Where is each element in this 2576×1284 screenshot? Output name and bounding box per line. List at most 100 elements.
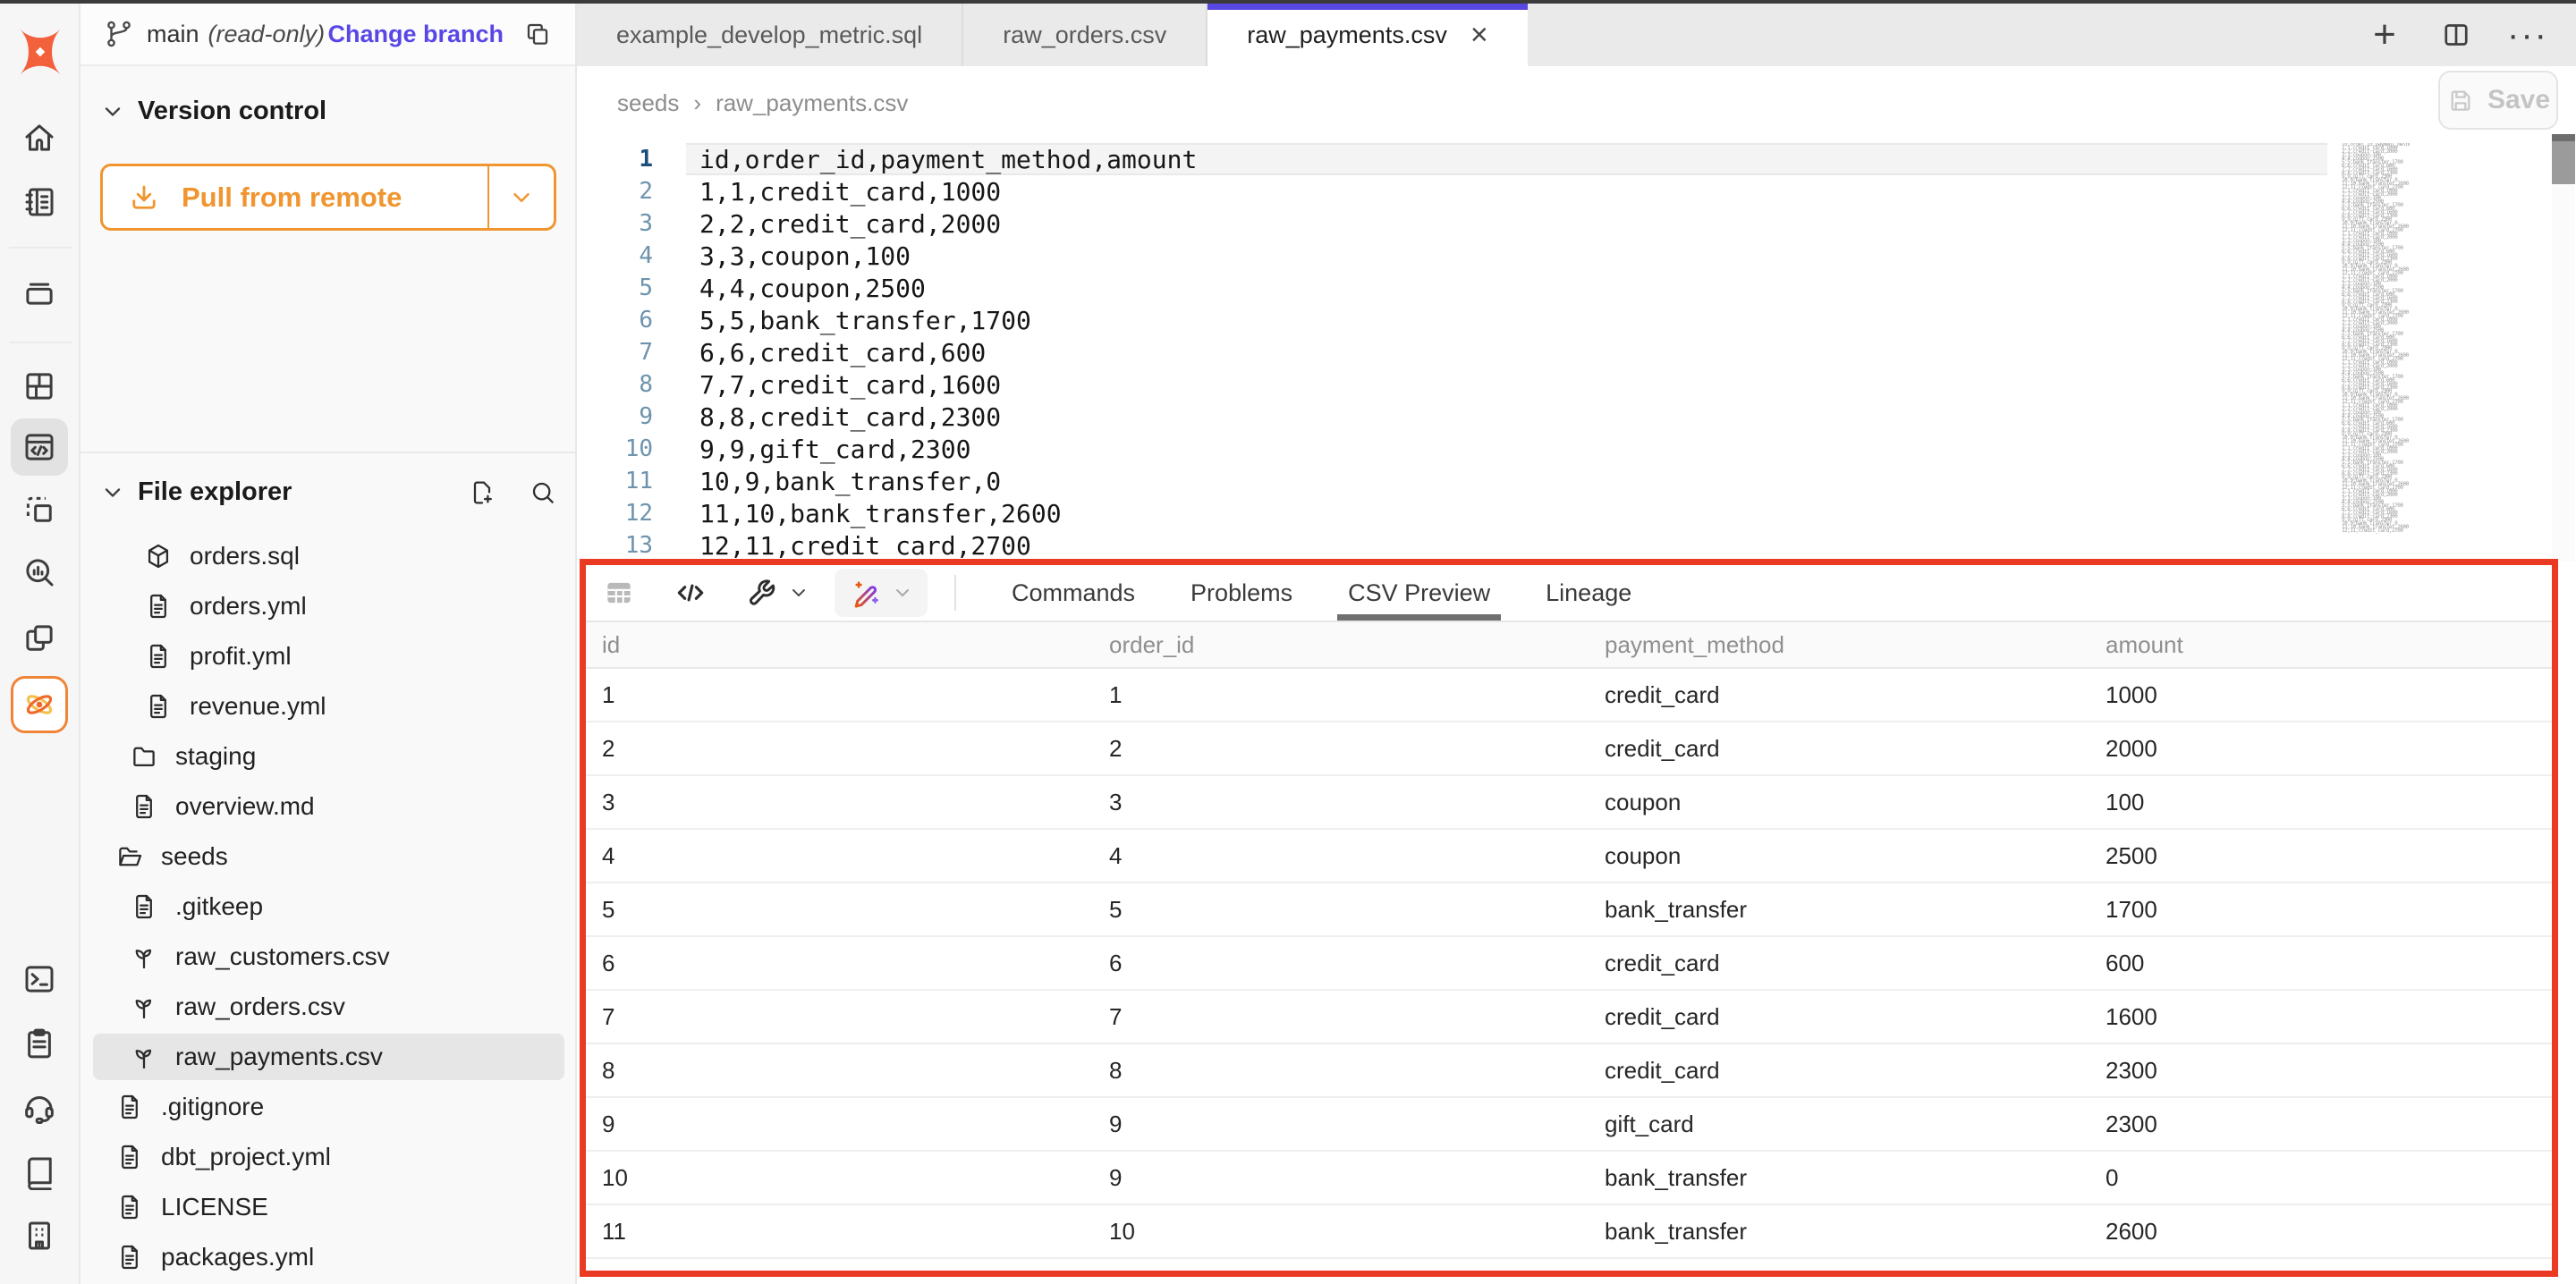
line-number: 8 — [577, 371, 653, 398]
cell: 2500 — [2089, 842, 2552, 870]
cell: 7 — [1093, 1003, 1589, 1031]
tab-example-develop-metric[interactable]: example_develop_metric.sql — [577, 4, 963, 66]
terminal-icon[interactable] — [21, 960, 58, 998]
minimap[interactable]: id,order_id,payment_method,amount 1,1,cr… — [2342, 143, 2410, 562]
table-row: 99gift_card2300 — [586, 1098, 2552, 1152]
chevron-down-icon[interactable] — [788, 582, 809, 604]
scrollbar-thumb[interactable] — [2552, 134, 2575, 184]
cell: 8 — [586, 1057, 1093, 1085]
tab-problems[interactable]: Problems — [1191, 565, 1292, 621]
dbt-logo[interactable] — [12, 23, 69, 80]
file-explorer-header[interactable]: File explorer — [100, 477, 557, 507]
home-icon[interactable] — [21, 119, 58, 156]
scrollbar[interactable] — [2552, 134, 2575, 562]
pull-from-remote-button[interactable]: Pull from remote — [100, 164, 556, 231]
file-item-orders-yml[interactable]: orders.yml — [93, 583, 564, 629]
wrench-icon[interactable] — [745, 576, 779, 610]
file-item-dbt-project-yml[interactable]: dbt_project.yml — [93, 1134, 564, 1180]
file-item-orders-sql[interactable]: orders.sql — [93, 533, 564, 579]
folder-item-staging[interactable]: staging — [93, 733, 564, 780]
column-header-payment-method: payment_method — [1589, 631, 2089, 659]
code-icon[interactable] — [674, 576, 708, 610]
folder-item-seeds[interactable]: seeds — [93, 833, 564, 880]
version-control-header[interactable]: Version control — [100, 97, 326, 126]
new-tab-icon[interactable]: + — [2368, 19, 2401, 51]
new-file-icon[interactable] — [468, 478, 496, 507]
notebook-icon[interactable] — [21, 183, 58, 221]
crop-icon[interactable] — [21, 491, 58, 528]
divider — [80, 452, 575, 453]
tab-csv-preview[interactable]: CSV Preview — [1348, 565, 1490, 621]
code-editor[interactable]: 1id,order_id,payment_method,amount 21,1,… — [577, 143, 2545, 565]
cell: 1000 — [2089, 681, 2552, 709]
tab-lineage[interactable]: Lineage — [1546, 565, 1631, 621]
file-item-label: seeds — [161, 842, 228, 871]
dashboard-icon[interactable] — [21, 367, 58, 405]
building-icon[interactable] — [21, 1217, 58, 1254]
table-row: 77credit_card1600 — [586, 991, 2552, 1044]
breadcrumb-parent[interactable]: seeds — [617, 89, 679, 117]
seed-icon — [129, 942, 159, 972]
file-item-raw-orders-csv[interactable]: raw_orders.csv — [93, 984, 564, 1030]
code-editor-icon[interactable] — [21, 428, 58, 466]
file-item-label: overview.md — [175, 792, 315, 821]
cell: 7 — [586, 1003, 1093, 1031]
cell: 11 — [586, 1218, 1093, 1246]
chevron-down-icon[interactable] — [892, 582, 913, 604]
pull-button-main[interactable]: Pull from remote — [103, 166, 489, 228]
doc-icon — [143, 641, 174, 672]
atom-icon[interactable] — [21, 686, 58, 723]
divider — [9, 342, 72, 343]
change-branch-link[interactable]: Change branch — [327, 21, 504, 48]
file-item-overview-md[interactable]: overview.md — [93, 783, 564, 830]
cell: 6 — [1093, 950, 1589, 977]
tab-commands[interactable]: Commands — [1012, 565, 1135, 621]
save-button[interactable]: Save — [2438, 71, 2558, 130]
archive-icon[interactable] — [21, 273, 58, 310]
file-item-raw-customers-csv[interactable]: raw_customers.csv — [93, 933, 564, 980]
tab-raw-payments[interactable]: raw_payments.csv × — [1208, 4, 1527, 66]
cell: 3 — [586, 789, 1093, 816]
clipboard-icon[interactable] — [21, 1025, 58, 1062]
version-control-title: Version control — [138, 97, 326, 126]
code-line: 1312,11,credit_card,2700 — [577, 529, 2545, 562]
file-item-packages-yml[interactable]: packages.yml — [93, 1234, 564, 1280]
chevron-down-icon — [100, 480, 125, 505]
file-item-gitkeep[interactable]: .gitkeep — [93, 883, 564, 930]
window-top-edge — [0, 0, 2576, 4]
external-window-icon[interactable] — [21, 620, 58, 657]
wand-button[interactable] — [835, 569, 928, 617]
line-number: 5 — [577, 275, 653, 301]
file-item-raw-payments-csv[interactable]: raw_payments.csv — [93, 1034, 564, 1080]
more-options-icon[interactable]: ··· — [2512, 19, 2544, 51]
file-item-license[interactable]: LICENSE — [93, 1184, 564, 1230]
search-icon[interactable] — [529, 478, 557, 507]
headset-icon[interactable] — [21, 1088, 58, 1126]
copy-icon[interactable] — [523, 20, 552, 48]
close-icon[interactable]: × — [1470, 20, 1488, 50]
breadcrumb-file[interactable]: raw_payments.csv — [716, 89, 908, 117]
tab-bar-controls: + ··· — [2368, 4, 2576, 66]
table-icon[interactable] — [602, 576, 636, 610]
file-item-profit-yml[interactable]: profit.yml — [93, 633, 564, 680]
file-item-revenue-yml[interactable]: revenue.yml — [93, 683, 564, 730]
file-item-gitignore[interactable]: .gitignore — [93, 1084, 564, 1130]
search-chart-icon[interactable] — [21, 553, 58, 591]
cell: 1 — [1093, 681, 1589, 709]
book-icon[interactable] — [21, 1153, 58, 1190]
branch-name: main — [147, 21, 199, 48]
line-number: 13 — [577, 532, 653, 559]
cell: 9 — [1093, 1111, 1589, 1138]
tab-raw-orders[interactable]: raw_orders.csv — [963, 4, 1208, 66]
cell: 2 — [586, 735, 1093, 763]
line-text: 5,5,bank_transfer,1700 — [699, 306, 1031, 335]
bp-tab-label: Commands — [1012, 579, 1135, 607]
split-view-icon[interactable] — [2440, 19, 2472, 51]
seed-icon — [129, 1042, 159, 1072]
cell: 4 — [586, 842, 1093, 870]
line-text: 7,7,credit_card,1600 — [699, 370, 1001, 400]
cell: 1 — [586, 681, 1093, 709]
activity-bar — [0, 4, 80, 1284]
doc-icon — [114, 1142, 145, 1172]
pull-button-dropdown[interactable] — [489, 166, 554, 228]
